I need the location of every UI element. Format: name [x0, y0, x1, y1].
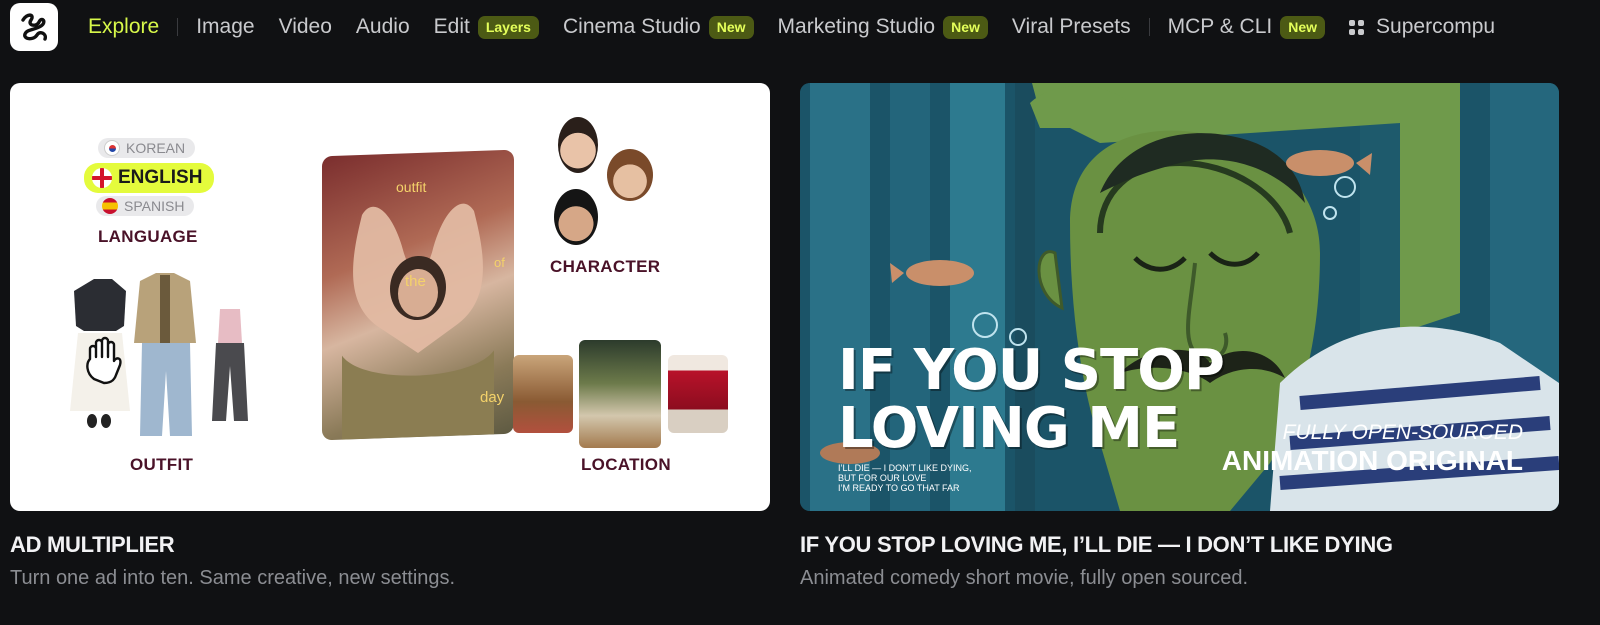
character-face-2 — [607, 149, 653, 201]
squiggle-logo-icon — [21, 13, 48, 41]
language-label: LANGUAGE — [98, 227, 198, 246]
new-badge: New — [943, 15, 988, 39]
new-badge: New — [708, 15, 754, 39]
korea-flag-icon — [104, 140, 120, 156]
nav-cinema-studio[interactable]: Cinema Studio New — [563, 15, 754, 39]
animation-poster-thumbnail[interactable]: IF YOU STOP LOVING ME I’LL DIE — I DON’T… — [800, 83, 1559, 511]
layers-badge: Layers — [477, 15, 539, 39]
nav-marketing-studio[interactable]: Marketing Studio New — [778, 15, 988, 39]
character-face-3 — [554, 189, 598, 245]
nav-audio[interactable]: Audio — [356, 15, 410, 39]
overlay-word-the: the — [405, 273, 426, 290]
card-subtitle-ad-multiplier: Turn one ad into ten. Same creative, new… — [10, 567, 456, 589]
nav-divider — [1148, 18, 1150, 36]
top-nav: Explore Image Video Audio Edit Layers Ci… — [0, 0, 1600, 54]
nav-video[interactable]: Video — [279, 15, 332, 39]
grid-dots-icon — [1349, 19, 1365, 35]
nav-divider — [177, 18, 179, 36]
character-label: CHARACTER — [550, 257, 661, 276]
app-logo[interactable] — [10, 3, 58, 51]
nav-supercompute[interactable]: Supercompu — [1349, 15, 1495, 39]
poster-tagline: I’LL DIE — I DON’T LIKE DYING, BUT FOR O… — [838, 463, 972, 493]
language-option-korean: KOREAN — [98, 138, 196, 158]
nav-viral-presets[interactable]: Viral Presets — [1012, 15, 1131, 39]
character-face-1 — [558, 117, 598, 173]
ad-multiplier-thumbnail[interactable]: KOREAN ENGLISH SPANISH LANGUAGE OUTFIT o… — [10, 83, 770, 511]
nav-explore[interactable]: Explore — [88, 15, 159, 39]
language-option-english: ENGLISH — [84, 163, 215, 193]
overlay-word-of: of — [494, 255, 505, 270]
england-flag-icon — [92, 168, 112, 188]
nav-image[interactable]: Image — [196, 15, 254, 39]
spain-flag-icon — [102, 198, 118, 214]
overlay-word-outfit: outfit — [396, 179, 427, 195]
poster-title-line-2: LOVING ME — [838, 396, 1180, 461]
card-title-animation[interactable]: IF YOU STOP LOVING ME, I’LL DIE — I DON’… — [800, 532, 1393, 558]
language-option-spanish: SPANISH — [96, 196, 195, 216]
nav-edit[interactable]: Edit Layers — [434, 15, 539, 39]
card-subtitle-animation: Animated comedy short movie, fully open … — [800, 567, 1248, 589]
location-label: LOCATION — [581, 455, 671, 474]
hand-cursor-icon — [86, 336, 122, 385]
card-title-ad-multiplier[interactable]: AD MULTIPLIER — [10, 532, 175, 558]
open-sourced-caption: FULLY OPEN-SOURCED — [1282, 421, 1523, 444]
location-photo-3 — [668, 355, 728, 433]
poster-title-line-1: IF YOU STOP — [838, 338, 1225, 403]
new-badge: New — [1280, 15, 1326, 39]
outfit-label: OUTFIT — [130, 455, 194, 474]
overlay-word-day: day — [480, 389, 505, 406]
location-photo-1 — [513, 355, 573, 433]
location-photo-2 — [579, 340, 661, 448]
nav-mcp-cli[interactable]: MCP & CLI New — [1168, 15, 1326, 39]
animation-original-caption: ANIMATION ORIGINAL — [1221, 445, 1523, 476]
